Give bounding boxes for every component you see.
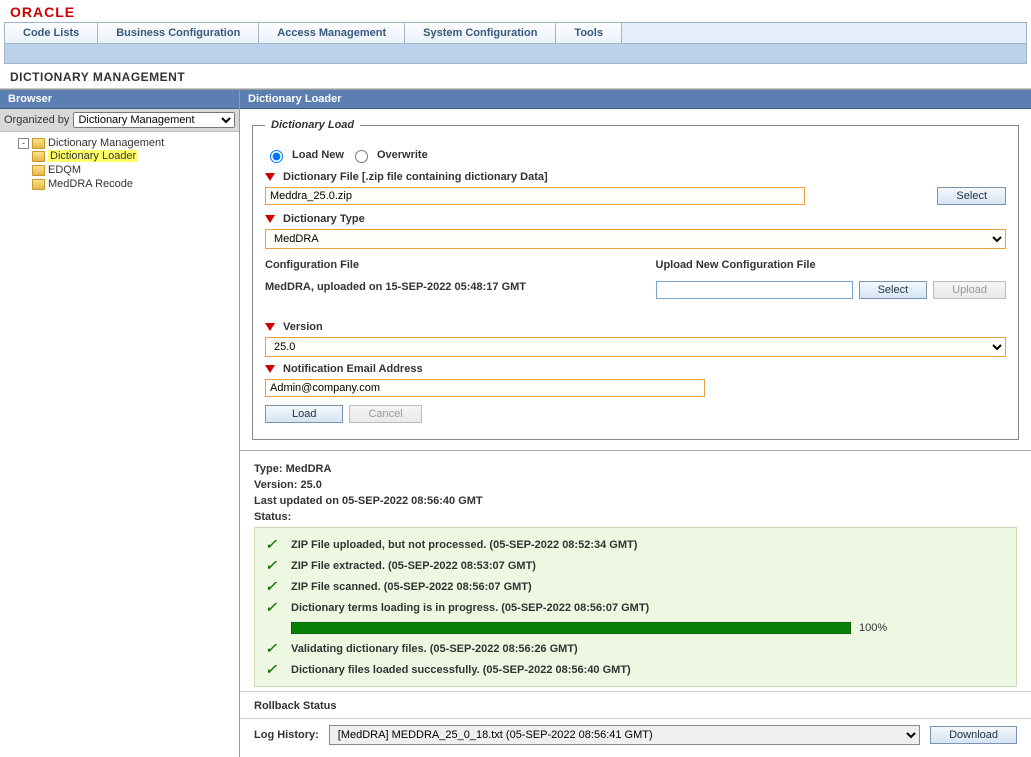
configuration-file-text: MedDRA, uploaded on 15-SEP-2022 05:48:17…	[265, 281, 526, 293]
sub-tabbar	[4, 44, 1027, 64]
tab-business-configuration[interactable]: Business Configuration	[98, 23, 259, 43]
dictionary-type-label: Dictionary Type	[283, 213, 365, 225]
organized-by-label: Organized by	[4, 114, 69, 126]
log-history-select[interactable]: [MedDRA] MEDDRA_25_0_18.txt (05-SEP-2022…	[329, 725, 920, 745]
organized-by-select[interactable]: Dictionary Management	[73, 112, 235, 128]
upload-button: Upload	[933, 281, 1006, 299]
status-line: ZIP File uploaded, but not processed. (0…	[291, 539, 637, 551]
check-icon: ✓	[263, 578, 279, 595]
tree-collapse-icon[interactable]: -	[18, 138, 29, 149]
check-icon: ✓	[263, 640, 279, 657]
status-label: Status:	[254, 511, 291, 523]
version-info-value: 25.0	[300, 479, 321, 491]
load-new-text: Load New	[292, 149, 344, 161]
email-input[interactable]	[265, 379, 705, 397]
required-icon	[265, 215, 275, 223]
dictionary-type-select[interactable]: MedDRA	[265, 229, 1006, 249]
browser-header: Browser	[0, 90, 239, 109]
tab-access-management[interactable]: Access Management	[259, 23, 405, 43]
cancel-button: Cancel	[349, 405, 421, 423]
configuration-file-label: Configuration File	[265, 259, 616, 271]
overwrite-text: Overwrite	[377, 149, 428, 161]
folder-icon	[32, 151, 45, 162]
updated-value: 05-SEP-2022 08:56:40 GMT	[342, 495, 483, 507]
check-icon: ✓	[263, 661, 279, 678]
load-button[interactable]: Load	[265, 405, 343, 423]
status-line: Validating dictionary files. (05-SEP-202…	[291, 643, 578, 655]
tree-item-dictionary-loader[interactable]: Dictionary Loader	[48, 150, 138, 162]
brand-logo: ORACLE	[0, 0, 1031, 22]
log-history-label: Log History:	[254, 729, 319, 741]
tab-system-configuration[interactable]: System Configuration	[405, 23, 556, 43]
updated-label: Last updated on	[254, 495, 339, 507]
type-label: Type:	[254, 463, 283, 475]
check-icon: ✓	[263, 557, 279, 574]
tree-item-edqm[interactable]: EDQM	[48, 164, 81, 176]
required-icon	[265, 365, 275, 373]
check-icon: ✓	[263, 599, 279, 616]
radio-overwrite[interactable]	[355, 150, 368, 163]
tab-tools[interactable]: Tools	[556, 23, 622, 43]
radio-load-new[interactable]	[270, 150, 283, 163]
progress-percent: 100%	[859, 622, 887, 634]
download-button[interactable]: Download	[930, 726, 1017, 744]
version-info-label: Version:	[254, 479, 297, 491]
main-tabbar: Code Lists Business Configuration Access…	[4, 22, 1027, 44]
status-line: ZIP File extracted. (05-SEP-2022 08:53:0…	[291, 560, 536, 572]
dictionary-file-select-button[interactable]: Select	[937, 187, 1006, 205]
fieldset-legend: Dictionary Load	[265, 119, 360, 131]
status-line: Dictionary terms loading is in progress.…	[291, 602, 649, 614]
check-icon: ✓	[263, 536, 279, 553]
radio-overwrite-label[interactable]: Overwrite	[350, 147, 428, 163]
required-icon	[265, 173, 275, 181]
page-title: DICTIONARY MANAGEMENT	[0, 64, 1031, 89]
dictionary-loader-header: Dictionary Loader	[240, 90, 1031, 109]
radio-load-new-label[interactable]: Load New	[265, 147, 344, 163]
tree-item-meddra-recode[interactable]: MedDRA Recode	[48, 178, 133, 190]
required-icon	[265, 323, 275, 331]
dictionary-load-fieldset: Dictionary Load Load New Overwrite Dicti…	[252, 119, 1019, 440]
folder-open-icon	[32, 138, 45, 149]
folder-icon	[32, 165, 45, 176]
nav-tree: - Dictionary Management Dictionary Loade…	[0, 132, 239, 196]
config-select-button[interactable]: Select	[859, 281, 928, 299]
status-box: ✓ ZIP File uploaded, but not processed. (…	[254, 527, 1017, 687]
status-line: ZIP File scanned. (05-SEP-2022 08:56:07 …	[291, 581, 532, 593]
version-select[interactable]: 25.0	[265, 337, 1006, 357]
email-label: Notification Email Address	[283, 363, 423, 375]
dictionary-file-input[interactable]	[265, 187, 805, 205]
upload-config-input[interactable]	[656, 281, 853, 299]
progress-bar	[291, 622, 851, 634]
tree-root[interactable]: Dictionary Management	[48, 137, 164, 149]
version-label: Version	[283, 321, 323, 333]
status-line: Dictionary files loaded successfully. (0…	[291, 664, 631, 676]
folder-icon	[32, 179, 45, 190]
type-value: MedDRA	[286, 463, 332, 475]
tab-code-lists[interactable]: Code Lists	[5, 23, 98, 43]
upload-new-config-label: Upload New Configuration File	[656, 259, 1007, 271]
rollback-status-label: Rollback Status	[240, 691, 1031, 718]
dictionary-file-label: Dictionary File [.zip file containing di…	[283, 171, 548, 183]
